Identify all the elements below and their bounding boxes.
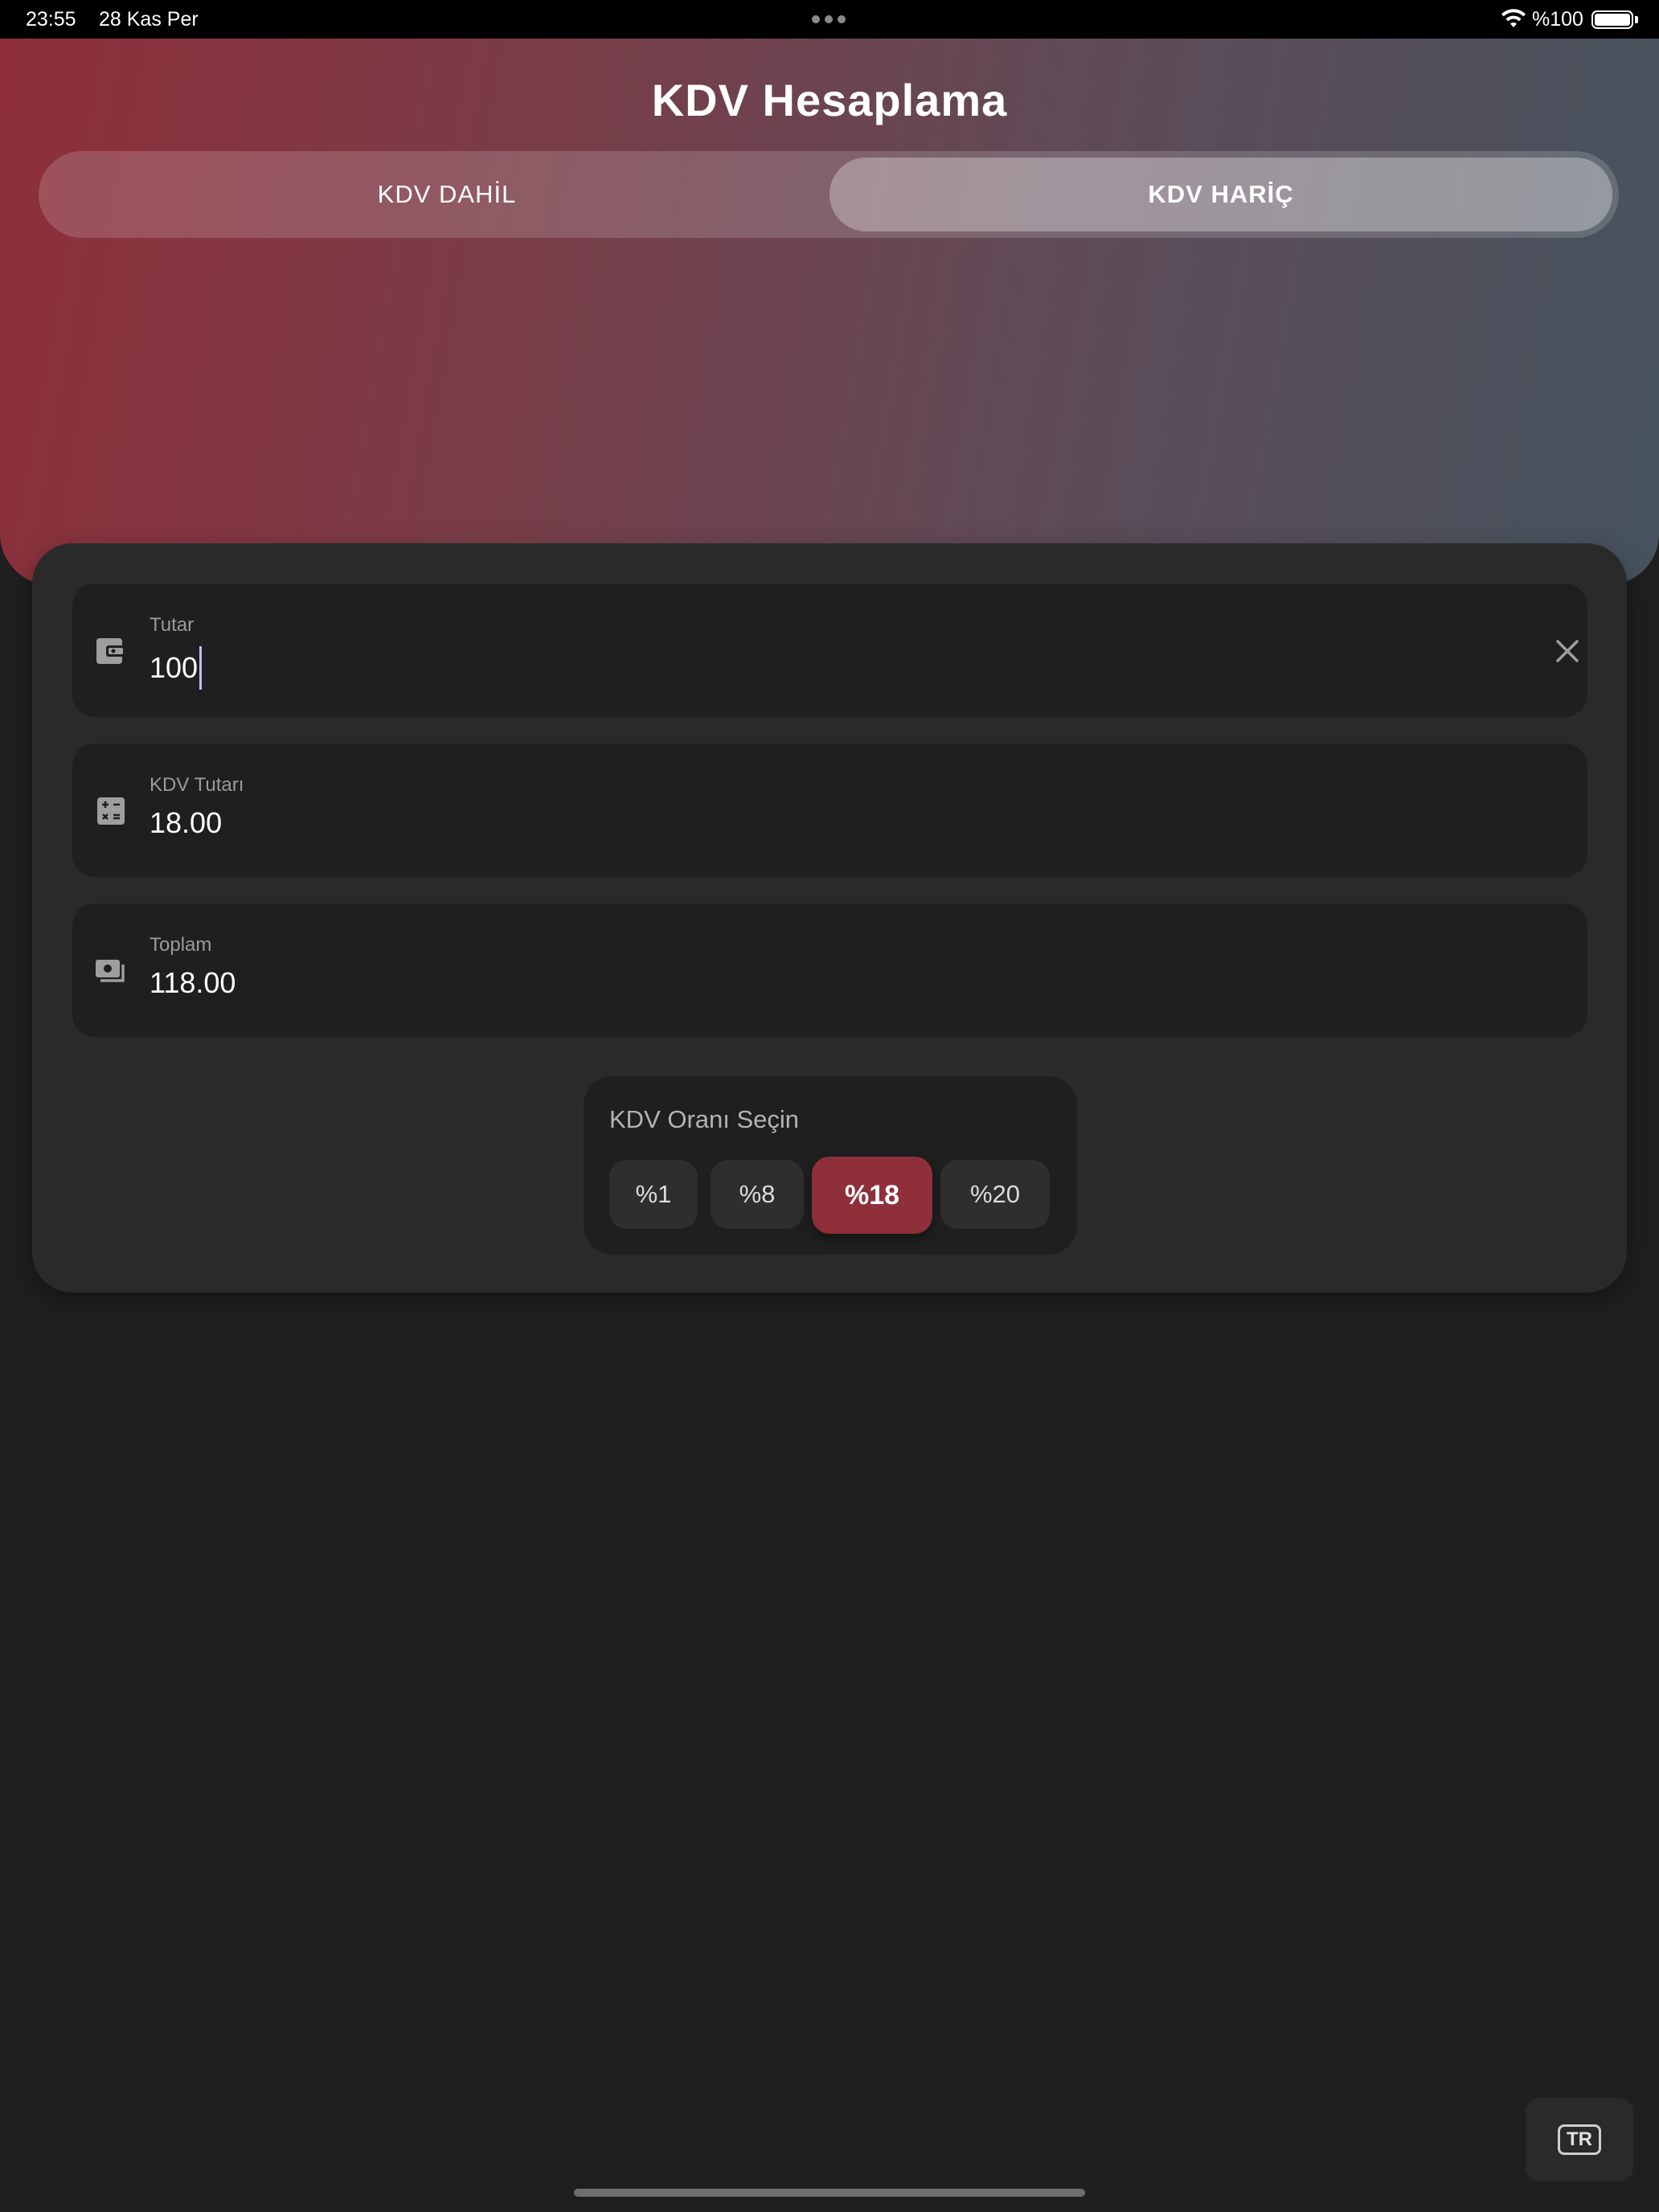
rate-button-1[interactable]: %1 [609,1160,698,1229]
rate-button-18[interactable]: %18 [812,1157,932,1234]
calculator-card: Tutar 100 KDV Tutarı 18.00 Toplam 118.00… [32,543,1627,1292]
vat-rate-selector: KDV Oranı Seçin %1 %8 %18 %20 [584,1076,1077,1255]
text-caret [199,646,203,690]
total-field: Toplam 118.00 [72,903,1587,1037]
battery-icon [1591,10,1633,29]
calculator-icon [97,797,125,825]
wallet-icon [96,638,125,664]
amount-label: Tutar [150,614,195,636]
total-value: 118.00 [150,966,236,999]
status-time: 23:55 [26,8,76,31]
total-label: Toplam [150,934,212,956]
language-button[interactable]: TR [1526,2098,1633,2181]
rate-button-8[interactable]: %8 [711,1160,804,1229]
vat-amount-value: 18.00 [150,806,223,839]
amount-value: 100 [150,651,199,684]
language-label: TR [1558,2124,1601,2155]
money-icon [96,960,125,982]
battery-nub [1635,16,1638,23]
battery-percent: %100 [1532,8,1583,31]
clear-icon[interactable] [1551,635,1583,667]
tab-vat-included[interactable]: KDV DAHİL [45,158,849,231]
wifi-icon [1501,9,1526,27]
amount-input[interactable]: 100 [150,646,203,690]
home-indicator[interactable] [574,2189,1085,2197]
status-date: 28 Kas Per [99,8,199,31]
mode-segmented-control: KDV DAHİL KDV HARİÇ [39,151,1619,238]
rate-button-20[interactable]: %20 [940,1160,1050,1229]
multitasking-dots-icon[interactable] [812,15,846,23]
page-title: KDV Hesaplama [651,75,1008,125]
vat-amount-field: KDV Tutarı 18.00 [72,743,1587,877]
vat-amount-label: KDV Tutarı [150,774,244,796]
vat-rate-title: KDV Oranı Seçin [609,1105,800,1133]
tab-vat-excluded[interactable]: KDV HARİÇ [830,158,1612,231]
amount-field[interactable]: Tutar 100 [72,584,1587,717]
status-bar: 23:55 28 Kas Per %100 [0,0,1659,39]
